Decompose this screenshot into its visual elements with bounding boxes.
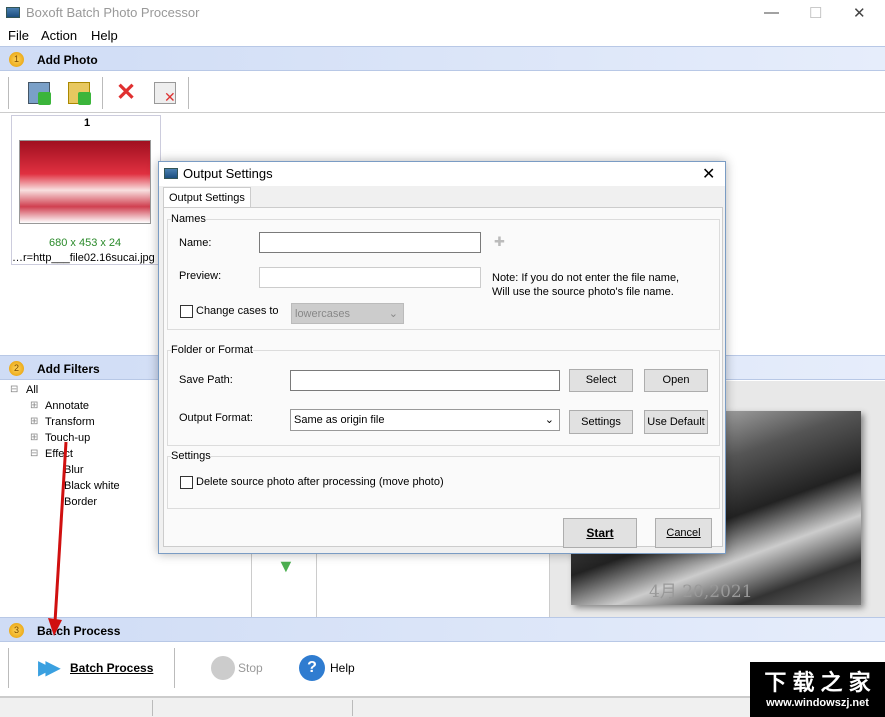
select-button[interactable]: Select [569, 369, 633, 392]
dialog-icon [164, 168, 178, 179]
watermark-text: 下 载 之 家 [764, 670, 871, 695]
chevron-down-icon: ⌄ [544, 414, 554, 426]
name-label: Name: [179, 237, 212, 249]
help-icon: ? [299, 655, 325, 681]
batch-process-icon: ▶▶ [38, 657, 61, 679]
chevron-down-icon: ⌄ [388, 308, 398, 320]
name-input[interactable] [259, 232, 481, 253]
note-line-1: Note: If you do not enter the file name, [492, 272, 680, 284]
use-default-button[interactable]: Use Default [644, 410, 708, 434]
photo-filename: …r=http___file02.16sucai.jpg [12, 252, 155, 264]
help-button[interactable]: Help [330, 661, 355, 675]
save-path-label: Save Path: [179, 374, 233, 386]
photo-toolbar: ✕ ✕ [0, 72, 885, 113]
folder-group-label: Folder or Format [171, 344, 253, 356]
output-format-select[interactable]: Same as origin file ⌄ [290, 409, 560, 431]
change-cases-label: Change cases to [196, 305, 279, 317]
photo-index: 1 [84, 117, 91, 129]
folder-group [167, 350, 720, 446]
output-format-label: Output Format: [179, 412, 253, 424]
names-group-label: Names [171, 213, 206, 225]
tree-item-annotate[interactable]: Annotate [45, 400, 89, 412]
add-photo-header: 1 Add Photo [0, 46, 885, 71]
case-select-value: lowercases [295, 308, 351, 320]
app-icon [6, 7, 20, 18]
add-folder-icon[interactable] [68, 82, 91, 105]
section-title: Add Filters [37, 362, 100, 376]
case-select[interactable]: lowercases ⌄ [291, 303, 404, 324]
arrow-down-icon: ▼ [277, 556, 295, 576]
tree-item-transform[interactable]: Transform [45, 416, 95, 428]
menu-file[interactable]: File [8, 28, 29, 43]
cancel-button[interactable]: Cancel [655, 518, 712, 548]
step-badge: 1 [9, 52, 24, 67]
batch-process-header: 3 Batch Process [0, 617, 885, 642]
close-button[interactable]: ✕ [853, 4, 866, 22]
annotation-arrow [48, 441, 68, 636]
watermark-url: www.windowszj.net [766, 697, 869, 709]
delete-source-checkbox[interactable] [180, 476, 193, 489]
tab-output-settings[interactable]: Output Settings [163, 187, 251, 208]
add-photo-icon[interactable] [28, 82, 51, 105]
menu-bar: File Action Help [0, 25, 885, 45]
preview-label: Preview: [179, 270, 222, 282]
window-title: Boxoft Batch Photo Processor [26, 5, 200, 20]
output-format-value: Same as origin file [294, 414, 385, 426]
change-cases-checkbox[interactable] [180, 305, 193, 318]
step-badge: 2 [9, 361, 24, 376]
menu-action[interactable]: Action [41, 28, 77, 43]
settings-group-label: Settings [171, 450, 211, 462]
title-bar: Boxoft Batch Photo Processor — ☐ ✕ [0, 0, 885, 25]
photo-size: 680 x 453 x 24 [49, 237, 122, 249]
photo-image [19, 140, 151, 224]
maximize-button[interactable]: ☐ [809, 4, 822, 22]
stop-icon [211, 656, 235, 680]
menu-help[interactable]: Help [91, 28, 118, 43]
step-badge: 3 [9, 623, 24, 638]
note-line-2: Will use the source photo's file name. [492, 286, 674, 298]
dialog-close-button[interactable]: ✕ [702, 164, 715, 184]
dialog-title: Output Settings [183, 166, 273, 181]
tree-item-all[interactable]: All [26, 384, 38, 396]
output-settings-dialog: Output Settings ✕ Output Settings Names … [158, 161, 726, 554]
stop-button[interactable]: Stop [238, 661, 263, 675]
watermark-logo: 下 载 之 家 www.windowszj.net [750, 662, 885, 717]
delete-source-label: Delete source photo after processing (mo… [196, 476, 444, 488]
batch-process-button[interactable]: Batch Process [70, 661, 153, 675]
preview-date-stamp: 4月 20,2021 [649, 582, 753, 602]
minimize-button[interactable]: — [764, 4, 779, 21]
format-settings-button[interactable]: Settings [569, 410, 633, 434]
preview-input [259, 267, 481, 288]
save-path-input[interactable] [290, 370, 560, 391]
photo-thumbnail[interactable]: 1 680 x 453 x 24 …r=http___file02.16suca… [11, 115, 161, 265]
start-button[interactable]: Start [563, 518, 637, 548]
insert-tag-icon[interactable]: ✚ [494, 234, 505, 250]
dialog-title-bar: Output Settings ✕ [159, 162, 725, 186]
section-title: Add Photo [37, 53, 98, 67]
open-button[interactable]: Open [644, 369, 708, 392]
remove-icon[interactable]: ✕ [116, 78, 136, 107]
clear-all-icon[interactable]: ✕ [154, 82, 176, 105]
